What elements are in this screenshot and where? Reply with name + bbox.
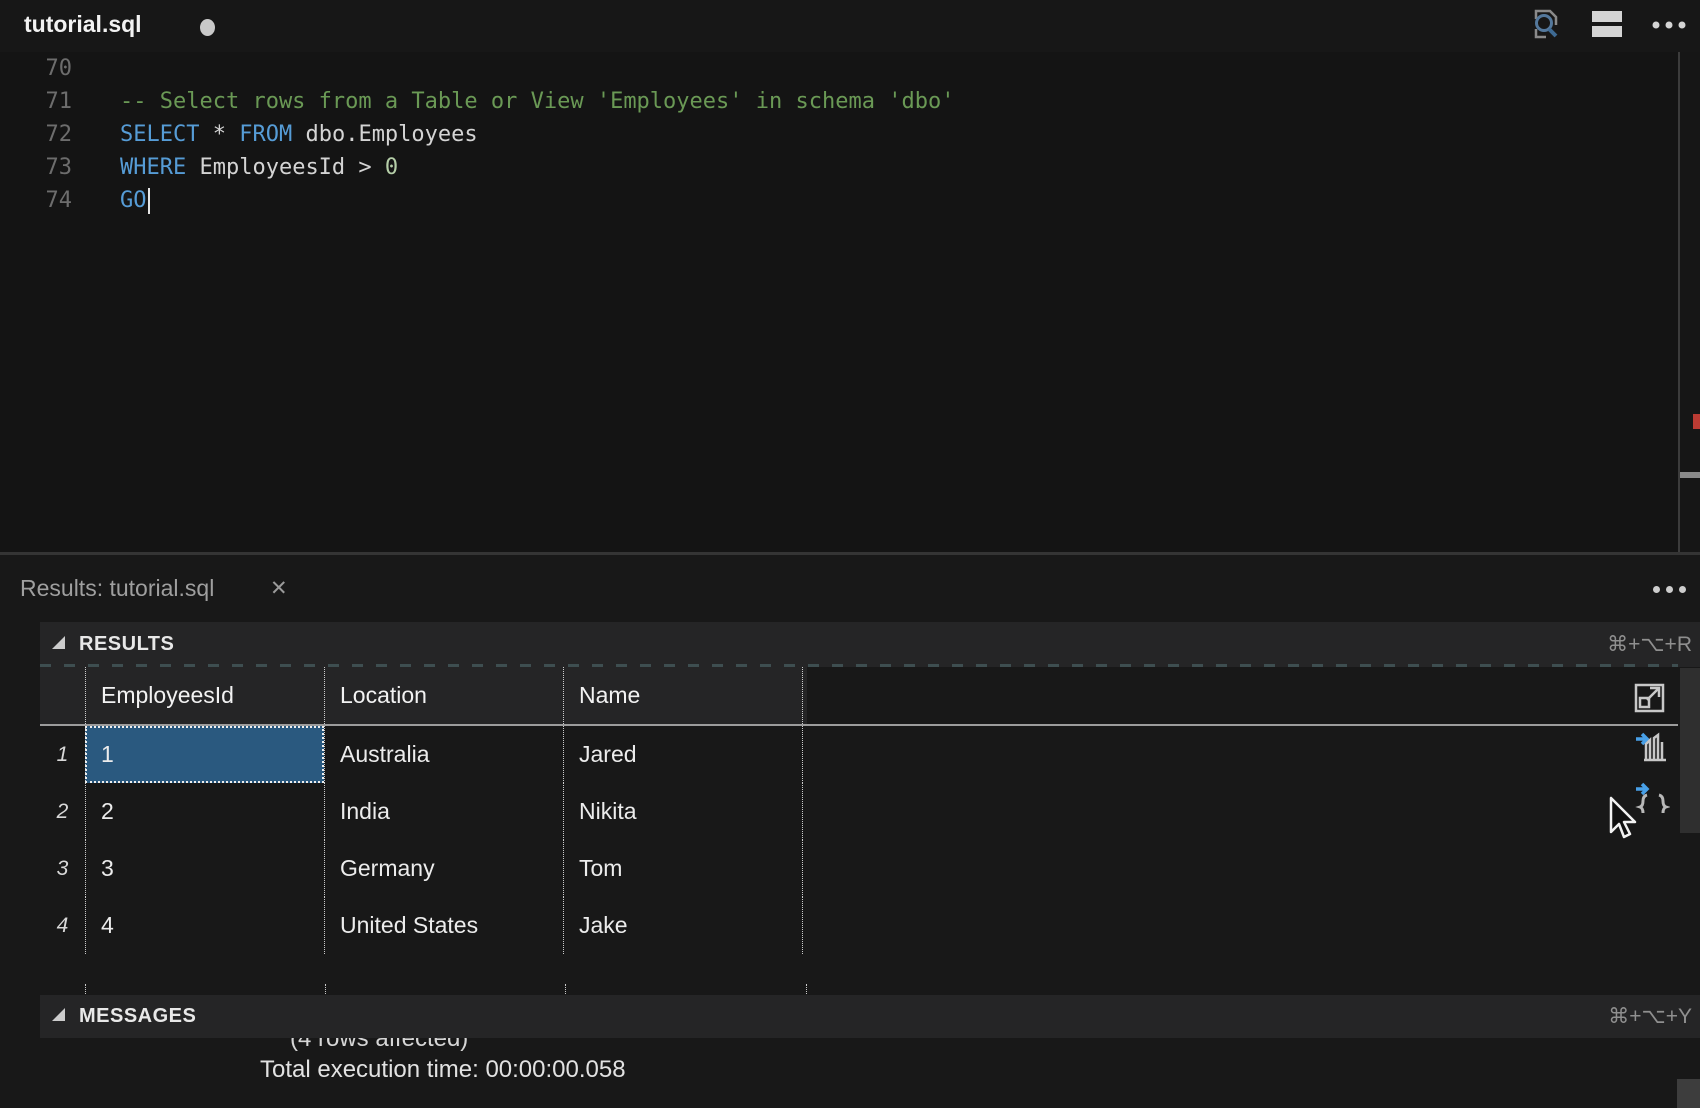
- table-row: 4 4 United States Jake: [40, 897, 807, 954]
- grid-cell[interactable]: Germany: [324, 840, 563, 897]
- grid-header-row: EmployeesId Location Name: [40, 667, 807, 724]
- results-tab-label[interactable]: Results: tutorial.sql: [20, 575, 214, 602]
- column-separator-tail: [806, 984, 808, 994]
- column-separator-tail: [565, 984, 567, 994]
- line-number: 73: [0, 151, 72, 184]
- editor-tab-bar: tutorial.sql: [0, 0, 1700, 52]
- code-line: 72 SELECT * FROM dbo.Employees: [0, 118, 1600, 151]
- grid-cell[interactable]: 2: [85, 783, 324, 840]
- text-cursor: [148, 188, 150, 214]
- results-shortcut: ⌘+⌥+R: [1607, 632, 1700, 657]
- grid-cell-selected[interactable]: 1: [85, 726, 324, 783]
- column-header-name[interactable]: Name: [563, 667, 803, 724]
- unsaved-changes-icon: [200, 19, 215, 36]
- row-number[interactable]: 3: [40, 840, 85, 897]
- collapse-twistie-icon[interactable]: [52, 1008, 65, 1021]
- panel-more-actions-icon[interactable]: [1653, 586, 1686, 593]
- code-line: 70: [0, 52, 1600, 85]
- grid-cell[interactable]: Australia: [324, 726, 563, 783]
- line-number: 72: [0, 118, 72, 151]
- messages-section-header[interactable]: MESSAGES ⌘+⌥+Y: [40, 995, 1700, 1038]
- results-section-title: RESULTS: [79, 633, 174, 656]
- collapse-twistie-icon[interactable]: [52, 636, 65, 649]
- row-number[interactable]: 1: [40, 726, 85, 783]
- close-icon[interactable]: ✕: [270, 576, 288, 601]
- table-row: 3 3 Germany Tom: [40, 840, 807, 897]
- row-number-gutter: [40, 667, 85, 724]
- grid-cell[interactable]: Jake: [563, 897, 803, 954]
- sql-keyword: WHERE: [120, 155, 186, 180]
- grid-scrollbar-thumb[interactable]: [1680, 668, 1700, 833]
- split-editor-icon[interactable]: [1592, 11, 1622, 42]
- sql-keyword: FROM: [239, 122, 292, 147]
- grid-cell[interactable]: India: [324, 783, 563, 840]
- document-title[interactable]: tutorial.sql: [24, 11, 142, 38]
- grid-cell[interactable]: Jared: [563, 726, 803, 783]
- code-editor[interactable]: 70 71 -- Select rows from a Table or Vie…: [0, 52, 1678, 552]
- overview-ruler-marker: [1680, 472, 1700, 478]
- view-as-chart-icon[interactable]: [1634, 730, 1668, 762]
- messages-shortcut: ⌘+⌥+Y: [1608, 1004, 1700, 1029]
- messages-section-title: MESSAGES: [79, 1005, 196, 1028]
- code-line: 73 WHERE EmployeesId > 0: [0, 151, 1600, 184]
- line-number: 71: [0, 85, 72, 118]
- sql-comment: -- Select rows from a Table or View 'Emp…: [120, 89, 954, 114]
- code-line: 74 GO: [0, 184, 1600, 217]
- grid-cell[interactable]: United States: [324, 897, 563, 954]
- line-number: 74: [0, 184, 72, 217]
- maximize-grid-icon[interactable]: [1634, 683, 1666, 713]
- sql-keyword: SELECT: [120, 122, 199, 147]
- error-marker: [1693, 414, 1700, 429]
- column-separator-tail: [85, 984, 87, 994]
- row-number[interactable]: 4: [40, 897, 85, 954]
- results-section-header[interactable]: RESULTS ⌘+⌥+R: [40, 622, 1700, 667]
- column-header-location[interactable]: Location: [324, 667, 563, 724]
- more-actions-icon[interactable]: [1652, 17, 1686, 35]
- table-row: 2 2 India Nikita: [40, 783, 807, 840]
- grid-cell[interactable]: 4: [85, 897, 324, 954]
- grid-cell[interactable]: 3: [85, 840, 324, 897]
- column-separator-tail: [325, 984, 327, 994]
- mouse-cursor: [1608, 796, 1642, 847]
- panel-scrollbar-corner[interactable]: [1677, 1079, 1700, 1108]
- row-number[interactable]: 2: [40, 783, 85, 840]
- column-header-employeesid[interactable]: EmployeesId: [85, 667, 324, 724]
- results-grid: 1 1 Australia Jared 2 2 India Nikita 3 3…: [40, 726, 807, 954]
- grid-cell[interactable]: Tom: [563, 840, 803, 897]
- code-line: 71 -- Select rows from a Table or View '…: [0, 85, 1600, 118]
- grid-cell[interactable]: Nikita: [563, 783, 803, 840]
- number-literal: 0: [385, 155, 398, 180]
- line-number: 70: [0, 52, 72, 85]
- sql-keyword: GO: [120, 188, 147, 213]
- open-preview-icon[interactable]: [1530, 7, 1562, 46]
- table-row: 1 1 Australia Jared: [40, 726, 807, 783]
- execution-time-message: Total execution time: 00:00:00.058: [260, 1056, 626, 1084]
